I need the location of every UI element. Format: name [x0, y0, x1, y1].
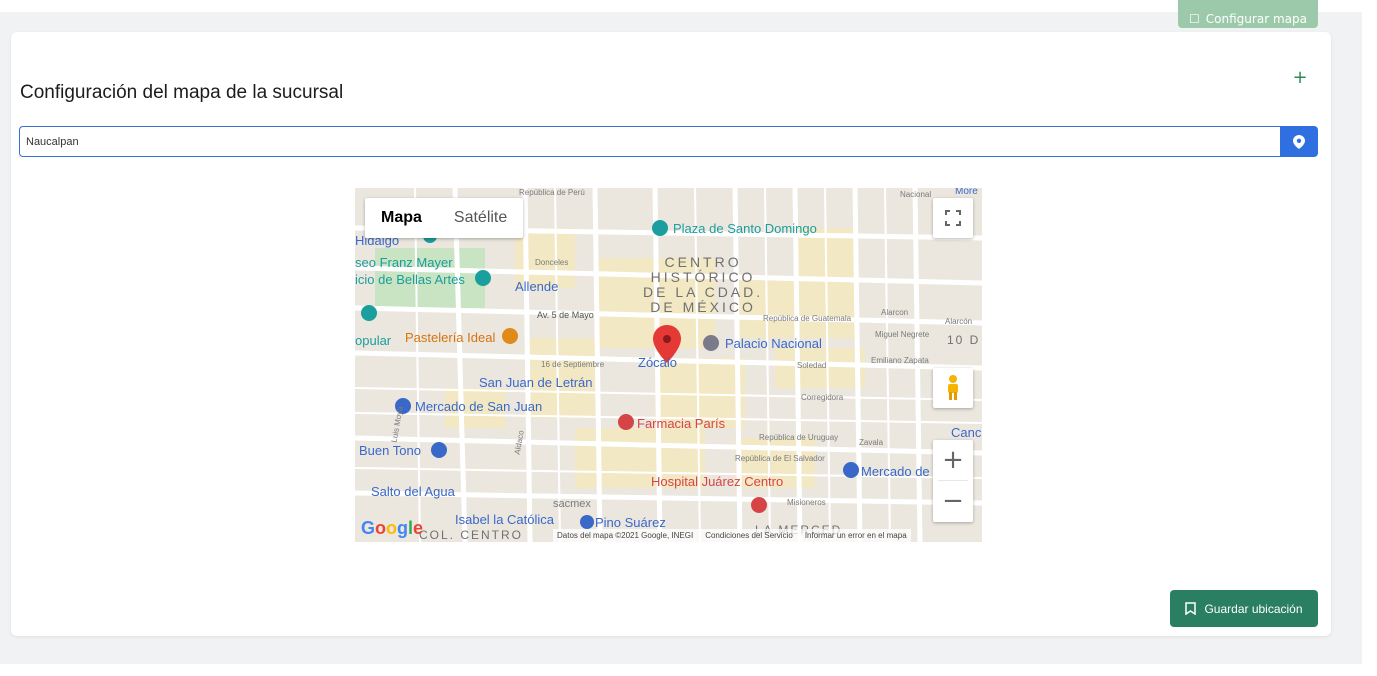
map-type-map[interactable]: Mapa — [365, 198, 438, 238]
configure-map-button[interactable]: ☐ Configurar mapa — [1178, 0, 1318, 28]
street-label: República de Perú — [519, 188, 585, 197]
map-type-control: Mapa Satélite — [365, 198, 524, 238]
street-label: Emiliano Zapata — [871, 356, 929, 365]
address-search — [19, 126, 1318, 157]
save-location-button[interactable]: Guardar ubicación — [1170, 590, 1318, 627]
street-view-button[interactable] — [933, 368, 973, 408]
place-label: Farmacia París — [637, 416, 726, 431]
place-label: Pastelería Ideal — [405, 330, 496, 345]
place-label: Hospital Juárez Centro — [651, 474, 784, 489]
report-error-link[interactable]: Informar un error en el mapa — [805, 531, 907, 540]
street-label: Av. 5 de Mayo — [537, 310, 594, 320]
street-label: Misioneros — [787, 498, 826, 507]
map-config-card: Configuración del mapa de la sucursal + — [11, 32, 1331, 636]
card-title: Configuración del mapa de la sucursal — [20, 82, 344, 103]
street-label: Corregidora — [801, 393, 844, 402]
bookmark-icon: ☐ — [1189, 12, 1200, 26]
place-label: 10 D — [947, 333, 981, 347]
place-label: Isabel la Católica — [455, 512, 554, 527]
locate-button[interactable] — [1280, 126, 1318, 157]
fullscreen-button[interactable] — [933, 198, 973, 238]
place-label: Zócalo — [638, 355, 678, 370]
place-label: Salto del Agua — [371, 484, 455, 499]
map-attribution: Datos del mapa ©2021 Google, INEGI Condi… — [553, 529, 911, 542]
street-label: Miguel Negrete — [875, 330, 930, 339]
street-label: República de Guatemala — [763, 314, 852, 323]
fullscreen-icon — [945, 210, 961, 226]
place-label: Mercado de — [861, 464, 930, 479]
address-input[interactable] — [19, 126, 1280, 157]
street-label: Zavala — [859, 438, 884, 447]
place-label: sacmex — [553, 498, 591, 510]
place-label: icio de Bellas Artes — [355, 272, 465, 287]
map-pin-icon — [1293, 134, 1305, 149]
place-label: Plaza de Santo Domingo — [673, 221, 817, 236]
district-label: CENTRO HISTÓRICO DE LA CDAD. DE MÉXICO — [643, 254, 764, 315]
place-label: Pino Suárez — [595, 515, 666, 530]
place-label: Buen Tono — [359, 443, 421, 458]
street-label: Alarcón — [945, 317, 973, 326]
street-label: Soledad — [797, 361, 827, 370]
street-label: Alarcon — [881, 308, 909, 317]
place-label: Palacio Nacional — [725, 336, 822, 351]
place-label: Mercado de San Juan — [415, 399, 543, 414]
pegman-icon — [948, 375, 958, 400]
map-view[interactable]: Plaza de Santo Domingo Hidalgo seo Franz… — [355, 188, 982, 542]
top-strip — [0, 0, 1362, 12]
place-label: COL. CENTRO — [419, 528, 524, 542]
zoom-out-button[interactable]: − — [933, 481, 973, 521]
attribution-data: Datos del mapa ©2021 Google, INEGI — [557, 531, 694, 540]
zoom-control: + − — [933, 440, 973, 522]
map-type-satellite[interactable]: Satélite — [438, 198, 523, 238]
google-logo: Google — [361, 518, 424, 538]
place-label: seo Franz Mayer — [355, 255, 453, 270]
street-label: Donceles — [535, 258, 569, 267]
bookmark-icon — [1185, 602, 1197, 615]
plus-icon[interactable]: + — [1290, 68, 1310, 88]
zoom-in-button[interactable]: + — [933, 440, 973, 480]
place-label: Allende — [515, 279, 559, 294]
street-label: República de El Salvador — [735, 454, 825, 463]
place-label: More — [955, 188, 978, 197]
place-label: Canc — [951, 425, 982, 440]
street-label: 16 de Septiembre — [541, 360, 605, 369]
place-label: Nacional — [900, 190, 932, 199]
place-label: San Juan de Letrán — [479, 375, 593, 390]
street-label: República de Uruguay — [759, 433, 839, 442]
terms-link[interactable]: Condiciones del Servicio — [705, 531, 793, 540]
place-label: opular — [355, 333, 392, 348]
